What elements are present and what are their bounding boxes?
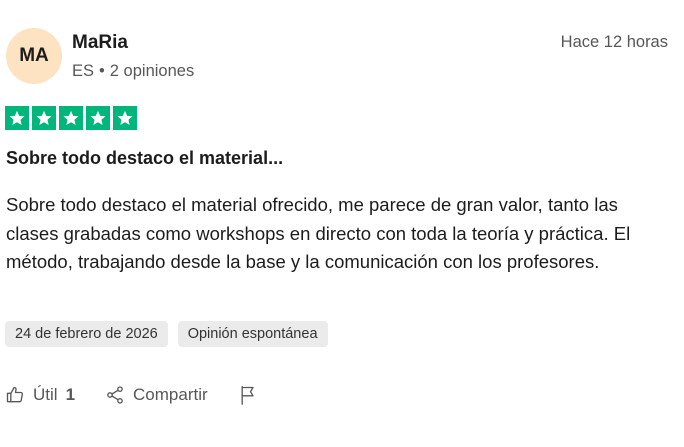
meta-separator: • bbox=[99, 62, 105, 80]
useful-count: 1 bbox=[65, 385, 76, 404]
review-time: Hace 12 horas bbox=[560, 33, 668, 51]
review-text: Sobre todo destaco el material ofrecido,… bbox=[6, 194, 631, 272]
useful-label: Útil bbox=[33, 385, 58, 404]
star-icon bbox=[59, 106, 83, 130]
review-tags: 24 de febrero de 2026 Opinión espontánea bbox=[5, 321, 328, 347]
review-actions: Útil 1 Compartir bbox=[5, 384, 258, 406]
report-button[interactable] bbox=[238, 384, 258, 406]
share-label: Compartir bbox=[133, 385, 208, 404]
reviewer-meta: ES • 2 opiniones bbox=[72, 62, 194, 81]
flag-icon bbox=[238, 384, 258, 406]
star-icon bbox=[5, 106, 29, 130]
date-tag: 24 de febrero de 2026 bbox=[5, 321, 168, 347]
useful-button[interactable]: Útil 1 bbox=[5, 385, 75, 405]
star-icon bbox=[113, 106, 137, 130]
reviewer-name[interactable]: MaRia bbox=[72, 32, 128, 54]
review-header: MA MaRia ES • 2 opiniones Hace 12 horas bbox=[6, 28, 668, 88]
avatar[interactable]: MA bbox=[6, 28, 62, 84]
star-rating bbox=[5, 106, 137, 130]
reviewer-country: ES bbox=[72, 62, 95, 80]
star-icon bbox=[32, 106, 56, 130]
star-icon bbox=[86, 106, 110, 130]
review-type-tag[interactable]: Opinión espontánea bbox=[177, 321, 328, 347]
reviewer-reviews-count: 2 opiniones bbox=[109, 62, 195, 80]
review-title[interactable]: Sobre todo destaco el material... bbox=[6, 148, 283, 169]
share-icon bbox=[105, 385, 125, 405]
thumbs-up-icon bbox=[5, 385, 25, 405]
share-button[interactable]: Compartir bbox=[105, 385, 208, 405]
